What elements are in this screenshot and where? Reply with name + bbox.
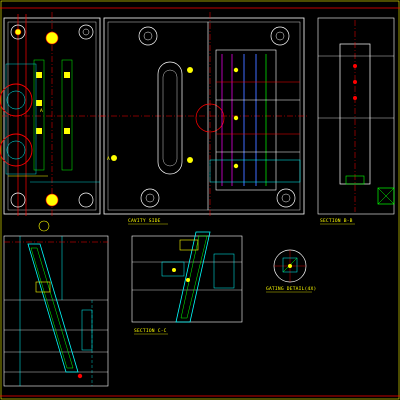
view-gating-detail: GATING DETAIL(4X) <box>266 249 316 293</box>
section-cc-title: SECTION C-C <box>134 328 167 334</box>
view-cavity-side: A CAVITY SIDE <box>100 12 308 225</box>
sprue-mark-top <box>45 31 59 45</box>
cc-yellow-block <box>179 239 199 251</box>
cad-drawing-canvas: A A CAVITY SIDE SECTION B-B SECTION C-C … <box>0 0 400 400</box>
cavity-slot-left-inner <box>162 69 178 167</box>
bb-marker-3 <box>353 96 357 100</box>
gating-detail-title: GATING DETAIL(4X) <box>266 286 316 292</box>
section-bb-frame <box>317 17 395 215</box>
guide-pin-tl-core <box>14 28 22 36</box>
guide-pin-tr <box>78 24 94 40</box>
guide-pin-br <box>78 192 94 208</box>
bushing-bl <box>140 188 160 208</box>
ejector-mark-2 <box>36 100 42 106</box>
cc-marker-1 <box>172 268 176 272</box>
bushing-tr-inner <box>275 31 285 41</box>
dowel-mark-2 <box>187 67 193 73</box>
gate-mark-2 <box>233 115 239 121</box>
section-mark-a-right: A <box>107 156 110 162</box>
cavity-insert-block <box>215 49 277 191</box>
bushing-br-inner <box>281 193 291 203</box>
bushing-tl <box>138 26 158 46</box>
bushing-br <box>276 188 296 208</box>
cc-marker-2 <box>186 278 190 282</box>
cavity-circle-1 <box>0 83 33 117</box>
section-bb-title: SECTION B-B <box>320 218 353 224</box>
cavity-side-title: CAVITY SIDE <box>128 218 161 224</box>
cavity-inner-1 <box>6 90 26 110</box>
ejector-mark-3 <box>36 128 42 134</box>
gate-mark-3 <box>233 163 239 169</box>
bushing-tl-inner <box>143 31 153 41</box>
ejector-mark-1 <box>36 72 42 78</box>
dowel-mark-1 <box>111 155 117 161</box>
cavity-inner-2 <box>6 140 26 160</box>
sprue-mark-bottom <box>45 193 59 207</box>
bb-marker-1 <box>353 64 357 68</box>
bushing-bl-inner <box>145 193 155 203</box>
cavity-circle-2 <box>0 133 33 167</box>
view-left-plan: A <box>0 12 104 218</box>
gating-detail-center <box>288 264 292 268</box>
section-mark-a-left: A <box>40 108 43 114</box>
lower-left-marker <box>77 373 83 379</box>
ejector-mark-5 <box>64 128 70 134</box>
mold-assembly-drawing: A A CAVITY SIDE SECTION B-B SECTION C-C … <box>0 0 400 400</box>
view-lower-left-section <box>3 220 109 387</box>
view-section-bb: SECTION B-B <box>317 17 395 225</box>
bushing-tr <box>270 26 290 46</box>
lower-left-datum-circle <box>38 220 50 232</box>
ejector-mark-4 <box>64 72 70 78</box>
guide-pin-tr-core <box>82 28 90 36</box>
bb-marker-2 <box>353 80 357 84</box>
view-section-cc: SECTION C-C <box>131 231 243 335</box>
gate-mark-1 <box>233 67 239 73</box>
sheet-border <box>0 0 400 400</box>
cc-insert-2 <box>213 253 235 289</box>
angled-lifter-inner <box>30 247 74 369</box>
cavity-slot-left <box>157 61 183 175</box>
cavity-lower-insert <box>209 159 301 183</box>
dowel-mark-3 <box>187 157 193 163</box>
